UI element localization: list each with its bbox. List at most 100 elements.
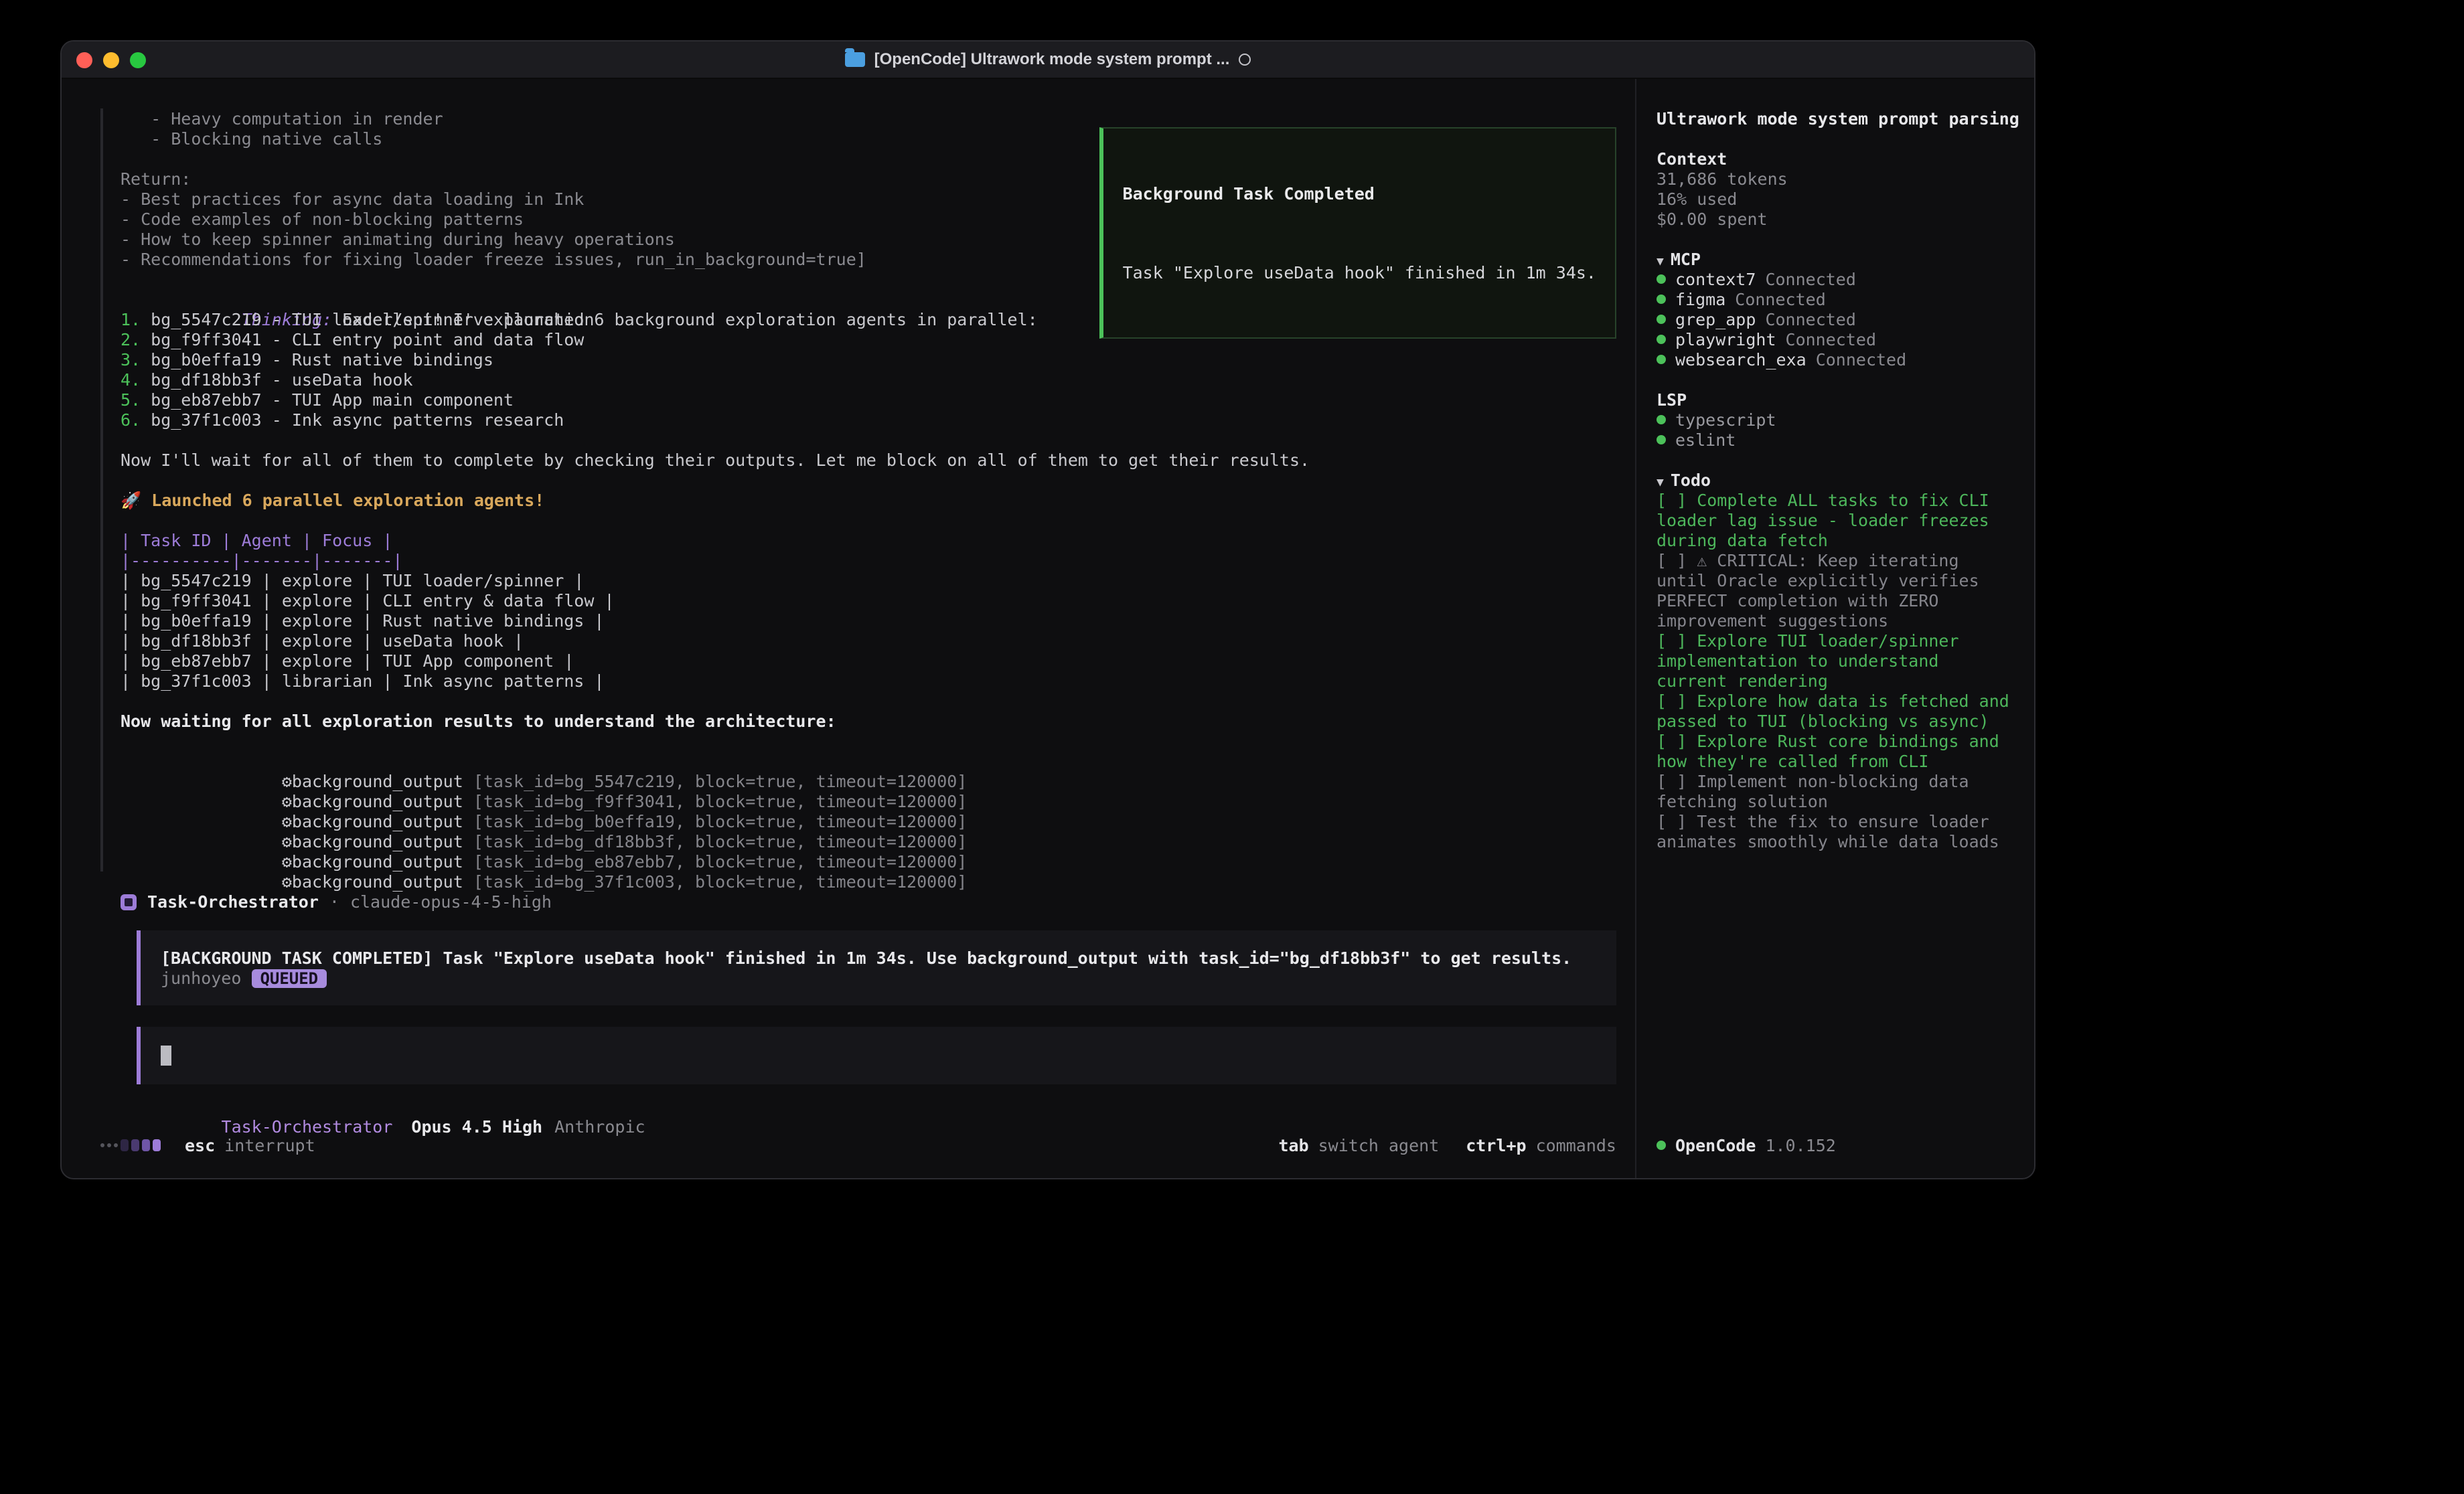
status-dot-icon [1657, 335, 1666, 344]
title-bar: [OpenCode] Ultrawork mode system prompt … [62, 42, 2034, 79]
chevron-down-icon: ▼ [1657, 256, 1664, 269]
context-stat: 16% used [1657, 189, 2018, 209]
progress-spinner-icon [100, 1139, 161, 1151]
window-title-area: [OpenCode] Ultrawork mode system prompt … [62, 50, 2034, 70]
agent-list-item: 3. bg_b0effa19 - Rust native bindings [121, 349, 1635, 369]
todo-item: [ ] ⚠ CRITICAL: Keep iterating until Ora… [1657, 550, 2018, 631]
mcp-section: ▼ MCP context7 Connected [1657, 249, 2018, 369]
mcp-status: Connected [1765, 309, 1855, 329]
mcp-item: context7 Connected [1657, 269, 2018, 289]
status-dot-icon [1657, 415, 1666, 424]
tool-args: [task_id=bg_b0effa19, block=true, timeou… [463, 811, 968, 831]
context-section: Context 31,686 tokens16% used$0.00 spent [1657, 149, 2018, 229]
esc-key-hint: esc [185, 1135, 215, 1155]
todo-heading-label: Todo [1671, 470, 1711, 490]
status-circle-icon [1239, 54, 1251, 66]
agent-list-item: 4. bg_df18bb3f - useData hook [121, 369, 1635, 390]
sidebar-footer: OpenCode 1.0.152 [1657, 1135, 2018, 1155]
status-bar: esc interrupt tab switch agent ctrl+p co… [100, 1125, 1635, 1179]
todo-item: [ ] Test the fix to ensure loader animat… [1657, 811, 2018, 851]
table-row: | bg_b0effa19 | explore | Rust native bi… [121, 610, 1635, 631]
agent-icon [121, 894, 137, 910]
mcp-item: playwright Connected [1657, 329, 2018, 349]
gear-icon: ⚙ [282, 771, 292, 791]
table-separator: |----------|-------|-------| [121, 550, 1635, 570]
todo-heading[interactable]: ▼ Todo [1657, 470, 2018, 490]
table-row: | bg_37f1c003 | librarian | Ink async pa… [121, 671, 1635, 691]
background-task-toast: Background Task Completed Task "Explore … [1100, 127, 1616, 339]
mcp-item: websearch_exa Connected [1657, 349, 2018, 369]
launch-banner: 🚀 Launched 6 parallel exploration agents… [121, 490, 1635, 510]
tool-args: [task_id=bg_5547c219, block=true, timeou… [463, 771, 968, 791]
mcp-item: grep_app Connected [1657, 309, 2018, 329]
gear-icon: ⚙ [282, 791, 292, 811]
window-title: [OpenCode] Ultrawork mode system prompt … [874, 50, 1230, 70]
tool-name: background_output [292, 771, 463, 791]
context-stat: 31,686 tokens [1657, 169, 2018, 189]
completed-task-block: [BACKGROUND TASK COMPLETED] Task "Explor… [137, 930, 1616, 1005]
lsp-item: typescript [1657, 410, 2018, 430]
wait-text: Now I'll wait for all of them to complet… [121, 450, 1635, 470]
tool-name: background_output [292, 811, 463, 831]
agent-list-item: 5. bg_eb87ebb7 - TUI App main component [121, 390, 1635, 410]
todo-item: [ ] Explore TUI loader/spinner implement… [1657, 631, 2018, 691]
toast-body: Task "Explore useData hook" finished in … [1123, 262, 1596, 282]
context-stat: $0.00 spent [1657, 209, 2018, 229]
text-cursor [161, 1046, 171, 1066]
agent-identity-row: Task-Orchestrator · claude-opus-4-5-high [121, 892, 1635, 912]
table-row: | bg_f9ff3041 | explore | CLI entry & da… [121, 590, 1635, 610]
lsp-heading: LSP [1657, 390, 2018, 410]
status-dot-icon [1657, 435, 1666, 444]
tool-args: [task_id=bg_37f1c003, block=true, timeou… [463, 872, 968, 892]
terminal-window: [OpenCode] Ultrawork mode system prompt … [60, 40, 2035, 1179]
todo-item: [ ] Implement non-blocking data fetching… [1657, 771, 2018, 811]
agent-model: claude-opus-4-5-high [350, 892, 552, 912]
waiting-heading: Now waiting for all exploration results … [121, 711, 1635, 731]
mcp-status: Connected [1735, 289, 1825, 309]
agent-name: Task-Orchestrator [147, 892, 319, 912]
mcp-heading-label: MCP [1671, 249, 1701, 269]
tool-name: background_output [292, 791, 463, 811]
mcp-list: context7 Connected figma Connected [1657, 269, 2018, 369]
status-dot-icon [1657, 295, 1666, 304]
gear-icon: ⚙ [282, 811, 292, 831]
tool-call-list: ⚙background_output [task_id=bg_5547c219,… [121, 751, 1635, 872]
chevron-down-icon: ▼ [1657, 477, 1664, 490]
folder-icon [845, 52, 865, 67]
tool-name: background_output [292, 831, 463, 851]
todo-item: [ ] Complete ALL tasks to fix CLI loader… [1657, 490, 2018, 550]
tool-call-line: ⚙background_output [task_id=bg_5547c219,… [121, 751, 1635, 771]
status-dot-icon [1657, 274, 1666, 284]
input-meta-row: Task-OrchestratorOpus 4.5 HighAnthropic [121, 1096, 1635, 1116]
table-header: | Task ID | Agent | Focus | [121, 530, 1635, 550]
lsp-item: eslint [1657, 430, 2018, 450]
separator-dot: · [329, 892, 339, 912]
tool-args: [task_id=bg_eb87ebb7, block=true, timeou… [463, 851, 968, 872]
todo-item: [ ] Explore how data is fetched and pass… [1657, 691, 2018, 731]
table-row: | bg_eb87ebb7 | explore | TUI App compon… [121, 651, 1635, 671]
agent-list-item: 6. bg_37f1c003 - Ink async patterns rese… [121, 410, 1635, 430]
gear-icon: ⚙ [282, 851, 292, 872]
lsp-name: typescript [1675, 410, 1776, 430]
mcp-heading[interactable]: ▼ MCP [1657, 249, 2018, 269]
lsp-section: LSP typescript eslint [1657, 390, 2018, 450]
tool-name: background_output [292, 872, 463, 892]
gear-icon: ⚙ [282, 872, 292, 892]
mcp-status: Connected [1816, 349, 1906, 369]
commands-key-label: commands [1536, 1135, 1616, 1155]
task-table: | Task ID | Agent | Focus | |----------|… [121, 530, 1635, 691]
todo-list: [ ] Complete ALL tasks to fix CLI loader… [1657, 490, 2018, 851]
tool-args: [task_id=bg_f9ff3041, block=true, timeou… [463, 791, 968, 811]
completed-task-user: junhoyeo [161, 968, 241, 988]
version-label: 1.0.152 [1765, 1135, 1835, 1155]
status-dot-icon [1657, 1141, 1666, 1150]
mcp-status: Connected [1765, 269, 1855, 289]
commands-key-hint: ctrl+p [1466, 1135, 1526, 1155]
prompt-input[interactable] [137, 1027, 1616, 1084]
screen: [OpenCode] Ultrawork mode system prompt … [0, 0, 2464, 1494]
mcp-name: context7 [1675, 269, 1756, 289]
todo-section: ▼ Todo [ ] Complete ALL tasks to fix CLI … [1657, 470, 2018, 851]
lsp-list: typescript eslint [1657, 410, 2018, 450]
session-title: Ultrawork mode system prompt parsing [1657, 108, 2018, 129]
tab-key-hint: tab [1278, 1135, 1308, 1155]
